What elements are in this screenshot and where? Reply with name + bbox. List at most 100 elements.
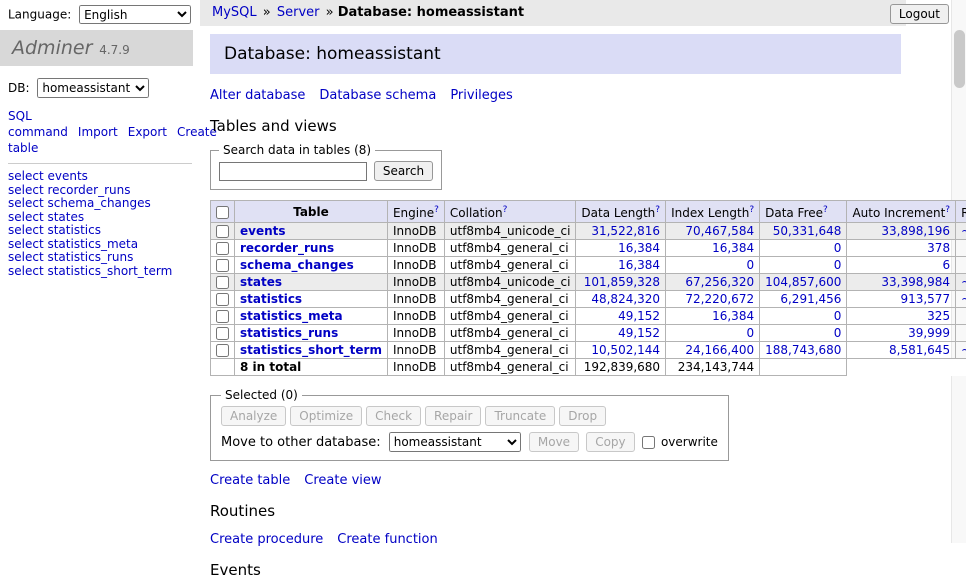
data-length-cell-link[interactable]: 49,152 <box>618 309 660 323</box>
language-select[interactable]: English <box>79 5 191 24</box>
column-help-link[interactable]: ? <box>945 205 950 215</box>
rows-cell-link[interactable]: ~ 136,108 <box>961 343 966 357</box>
overwrite-label[interactable]: overwrite <box>661 435 718 449</box>
sidebar-select-statistics-runs[interactable]: select statistics_runs <box>8 250 133 264</box>
rows-cell-link[interactable]: ~ 299,833 <box>961 275 966 289</box>
rows-cell-link[interactable]: ~ 569,159 <box>961 292 966 306</box>
check-button[interactable]: Check <box>366 406 421 426</box>
auto-increment-cell-link[interactable]: 6 <box>942 258 950 272</box>
data-length-cell-link[interactable]: 101,859,328 <box>584 275 660 289</box>
data-length-cell-link[interactable]: 16,384 <box>618 258 660 272</box>
data-free-cell-link[interactable]: 0 <box>834 241 842 255</box>
move-db-select[interactable]: homeassistant <box>389 432 521 452</box>
auto-increment-cell-link[interactable]: 33,398,984 <box>881 275 950 289</box>
column-help-link[interactable]: ? <box>655 205 660 215</box>
data-free-cell: 0 <box>760 325 847 342</box>
sidebar-link-sql-command[interactable]: SQL command <box>8 109 68 139</box>
move-button[interactable]: Move <box>529 432 579 452</box>
move-row: Move to other database: homeassistant Mo… <box>221 432 718 452</box>
auto-increment-cell-link[interactable]: 378 <box>927 241 950 255</box>
column-help-link[interactable]: ? <box>823 205 828 215</box>
drop-button[interactable]: Drop <box>559 406 606 426</box>
sidebar-select-states[interactable]: select states <box>8 210 84 224</box>
search-button[interactable]: Search <box>374 161 433 181</box>
index-length-cell-link[interactable]: 0 <box>746 326 754 340</box>
analyze-button[interactable]: Analyze <box>221 406 286 426</box>
breadcrumb-link-server[interactable]: Server <box>277 5 320 20</box>
auto-increment-cell-link[interactable]: 39,999 <box>908 326 950 340</box>
auto-increment-cell-link[interactable]: 8,581,645 <box>889 343 950 357</box>
db-select[interactable]: homeassistant <box>37 78 149 98</box>
data-free-cell-link[interactable]: 104,857,600 <box>765 275 841 289</box>
repair-button[interactable]: Repair <box>425 406 481 426</box>
auto-increment-cell-link[interactable]: 325 <box>927 309 950 323</box>
sidebar-select-schema-changes[interactable]: select schema_changes <box>8 196 151 210</box>
data-length-cell-link[interactable]: 48,824,320 <box>591 292 660 306</box>
sidebar-table-link-row: select recorder_runs <box>8 184 200 198</box>
create-view-link[interactable]: Create view <box>304 473 381 488</box>
data-length-cell-link[interactable]: 10,502,144 <box>591 343 660 357</box>
select-all-checkbox[interactable] <box>216 206 229 219</box>
row-checkbox[interactable] <box>216 293 229 306</box>
create-function-link[interactable]: Create function <box>337 532 437 547</box>
copy-button[interactable]: Copy <box>586 432 634 452</box>
data-free-cell-link[interactable]: 0 <box>834 326 842 340</box>
data-length-cell-link[interactable]: 49,152 <box>618 326 660 340</box>
table-name-link[interactable]: statistics <box>240 292 302 306</box>
auto-increment-cell-link[interactable]: 33,898,196 <box>881 224 950 238</box>
search-input[interactable] <box>219 162 367 181</box>
create-procedure-link[interactable]: Create procedure <box>210 532 323 547</box>
table-name-link[interactable]: statistics_runs <box>240 326 338 340</box>
column-help-link[interactable]: ? <box>503 205 508 215</box>
table-name-link[interactable]: statistics_short_term <box>240 343 382 357</box>
column-help-link[interactable]: ? <box>434 205 439 215</box>
database-schema-link[interactable]: Database schema <box>319 88 436 103</box>
row-checkbox[interactable] <box>216 225 229 238</box>
table-name-link[interactable]: recorder_runs <box>240 241 334 255</box>
row-checkbox[interactable] <box>216 242 229 255</box>
logout-button[interactable]: Logout <box>890 4 949 24</box>
alter-database-link[interactable]: Alter database <box>210 88 305 103</box>
table-row-schema-changes: schema_changesInnoDButf8mb4_general_ci16… <box>211 257 966 274</box>
sidebar-select-recorder-runs[interactable]: select recorder_runs <box>8 183 131 197</box>
sidebar-select-events[interactable]: select events <box>8 169 88 183</box>
table-name-link[interactable]: schema_changes <box>240 258 354 272</box>
row-checkbox[interactable] <box>216 327 229 340</box>
sidebar-select-statistics[interactable]: select statistics <box>8 223 101 237</box>
row-checkbox[interactable] <box>216 310 229 323</box>
data-free-cell-link[interactable]: 0 <box>834 258 842 272</box>
data-free-cell-link[interactable]: 0 <box>834 309 842 323</box>
index-length-cell-link[interactable]: 67,256,320 <box>685 275 754 289</box>
index-length-cell-link[interactable]: 70,467,584 <box>685 224 754 238</box>
sidebar-select-statistics-meta[interactable]: select statistics_meta <box>8 237 138 251</box>
index-length-cell-link[interactable]: 72,220,672 <box>685 292 754 306</box>
index-length-cell-link[interactable]: 16,384 <box>712 309 754 323</box>
row-checkbox[interactable] <box>216 276 229 289</box>
privileges-link[interactable]: Privileges <box>450 88 513 103</box>
table-name-link[interactable]: events <box>240 224 286 238</box>
create-table-link[interactable]: Create table <box>210 473 290 488</box>
overwrite-checkbox[interactable] <box>642 436 655 449</box>
scrollbar-thumb[interactable] <box>954 30 965 88</box>
row-checkbox[interactable] <box>216 344 229 357</box>
sidebar-link-import[interactable]: Import <box>78 125 118 139</box>
sidebar-select-statistics-short-term[interactable]: select statistics_short_term <box>8 264 172 278</box>
table-name-link[interactable]: statistics_meta <box>240 309 343 323</box>
row-checkbox[interactable] <box>216 259 229 272</box>
column-help-link[interactable]: ? <box>749 205 754 215</box>
breadcrumb-link-mysql[interactable]: MySQL <box>212 5 257 20</box>
data-free-cell-link[interactable]: 6,291,456 <box>780 292 841 306</box>
index-length-cell-link[interactable]: 0 <box>746 258 754 272</box>
rows-cell-link[interactable]: ~ 312,180 <box>961 224 966 238</box>
truncate-button[interactable]: Truncate <box>485 406 555 426</box>
index-length-cell-link[interactable]: 24,166,400 <box>685 343 754 357</box>
table-name-link[interactable]: states <box>240 275 282 289</box>
data-length-cell-link[interactable]: 16,384 <box>618 241 660 255</box>
optimize-button[interactable]: Optimize <box>290 406 362 426</box>
data-free-cell-link[interactable]: 188,743,680 <box>765 343 841 357</box>
index-length-cell-link[interactable]: 16,384 <box>712 241 754 255</box>
data-free-cell-link[interactable]: 50,331,648 <box>773 224 842 238</box>
auto-increment-cell-link[interactable]: 913,577 <box>900 292 950 306</box>
sidebar-link-export[interactable]: Export <box>128 125 167 139</box>
data-length-cell-link[interactable]: 31,522,816 <box>591 224 660 238</box>
